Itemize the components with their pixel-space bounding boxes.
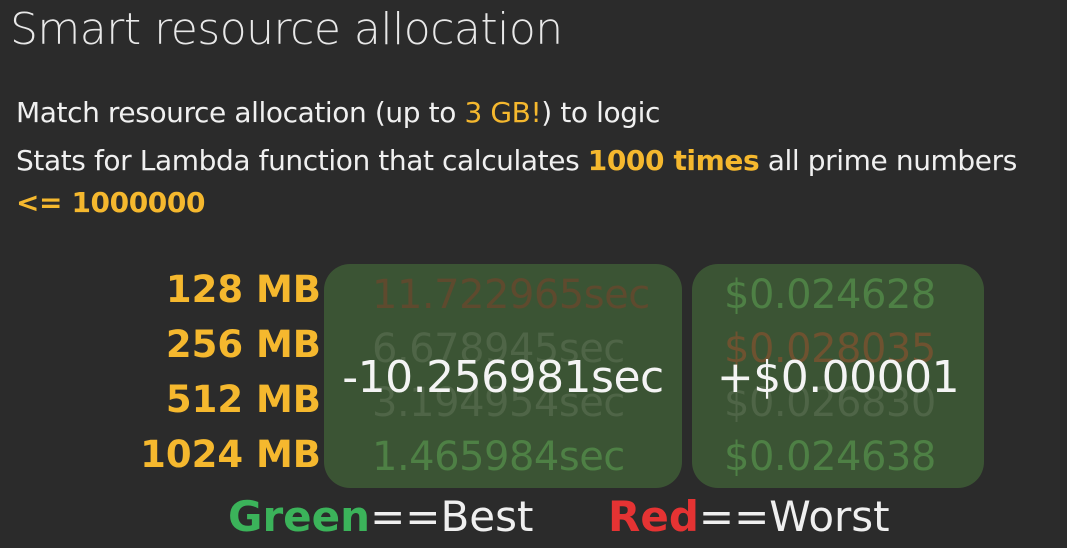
memory-size-128: 128 MB <box>165 268 321 311</box>
cost-1024: $0.024638 <box>724 434 936 480</box>
cost-128: $0.024628 <box>724 272 936 318</box>
subtitle-line-1: Match resource allocation (up to 3 GB!) … <box>16 96 660 129</box>
line2-text-after: all prime numbers <box>759 144 1018 177</box>
line2-text-before: Stats for Lambda function that calculate… <box>16 144 588 177</box>
duration-128: 11.722965sec <box>372 272 650 318</box>
memory-size-256: 256 MB <box>165 323 321 366</box>
legend-worst-text: ==Worst <box>698 492 890 541</box>
duration-delta: -10.256981sec <box>342 352 664 403</box>
line1-text-before: Match resource allocation (up to <box>16 96 465 129</box>
line1-text-after: ) to logic <box>541 96 660 129</box>
slide: Smart resource allocation Match resource… <box>0 0 1067 548</box>
legend-best: Green==Best <box>228 492 533 541</box>
duration-box: 11.722965sec 6.678945sec 3.194954sec 1.4… <box>324 264 682 488</box>
duration-1024: 1.465984sec <box>372 434 625 480</box>
cost-box: $0.024628 $0.028035 $0.026830 $0.024638 … <box>692 264 984 488</box>
line2-highlight: 1000 times <box>587 144 760 177</box>
memory-size-512: 512 MB <box>165 378 321 421</box>
subtitle-line-2: Stats for Lambda function that calculate… <box>16 144 1017 177</box>
slide-title: Smart resource allocation <box>10 4 563 55</box>
line1-highlight: 3 GB! <box>464 96 542 129</box>
legend-worst: Red==Worst <box>608 492 890 541</box>
cost-delta: +$0.00001 <box>716 352 960 403</box>
subtitle-line-3: <= 1000000 <box>16 186 206 219</box>
legend-red-word: Red <box>608 492 699 541</box>
legend-best-text: ==Best <box>370 492 534 541</box>
legend-green-word: Green <box>228 492 371 541</box>
memory-size-1024: 1024 MB <box>140 433 321 476</box>
